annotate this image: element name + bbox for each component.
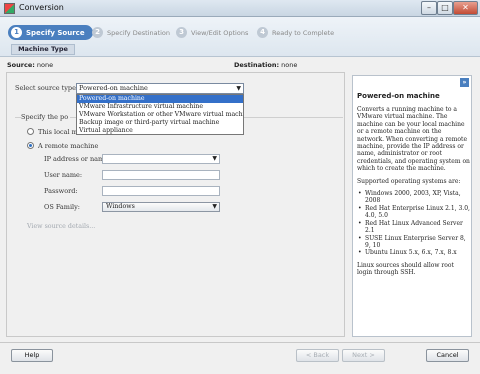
window-title: Conversion bbox=[19, 3, 64, 12]
ip-address-label: IP address or name: bbox=[44, 155, 111, 163]
os-family-select[interactable]: Windows ▼ bbox=[102, 202, 220, 212]
step-number: 4 bbox=[257, 27, 268, 38]
chevron-down-icon: ▼ bbox=[212, 203, 217, 210]
chevron-down-icon: ▼ bbox=[212, 155, 217, 162]
radio-local-machine[interactable] bbox=[27, 128, 34, 135]
step-ready-to-complete[interactable]: 4 Ready to Complete bbox=[257, 25, 334, 40]
supported-os-list: Windows 2000, 2003, XP, Vista, 2008 Red … bbox=[357, 190, 470, 257]
source-form-panel: Select source type: Powered-on machine ▼… bbox=[6, 72, 345, 337]
chevron-down-icon: ▼ bbox=[236, 85, 241, 92]
close-button[interactable]: ✕ bbox=[453, 1, 478, 15]
list-item: SUSE Linux Enterprise Server 8, 9, 10 bbox=[357, 235, 470, 250]
help-paragraph: Converts a running machine to a VMware v… bbox=[357, 106, 470, 173]
source-type-dropdown: Powered-on machine VMware Infrastructure… bbox=[76, 94, 244, 135]
help-panel: » Powered-on machine Converts a running … bbox=[352, 75, 472, 337]
dropdown-option[interactable]: VMware Workstation or other VMware virtu… bbox=[77, 111, 243, 119]
list-item: Ubuntu Linux 5.x, 6.x, 7.x, 8.x bbox=[357, 249, 470, 257]
password-label: Password: bbox=[44, 187, 78, 195]
specify-machine-label: Specify the po bbox=[21, 113, 71, 121]
help-title: Powered-on machine bbox=[357, 92, 440, 100]
dropdown-option[interactable]: VMware Infrastructure virtual machine bbox=[77, 103, 243, 111]
source-label: Source: bbox=[7, 61, 35, 69]
step-number: 3 bbox=[176, 27, 187, 38]
help-button[interactable]: Help bbox=[11, 349, 53, 362]
source-value: none bbox=[36, 61, 54, 69]
radio-remote-machine[interactable] bbox=[27, 142, 34, 149]
step-label: Ready to Complete bbox=[272, 28, 335, 37]
help-header: » bbox=[353, 76, 471, 90]
list-item: Windows 2000, 2003, XP, Vista, 2008 bbox=[357, 190, 470, 205]
user-name-label: User name: bbox=[44, 171, 83, 179]
list-item: Red Hat Linux Advanced Server 2.1 bbox=[357, 220, 470, 235]
source-type-value: Powered-on machine bbox=[79, 84, 148, 92]
dropdown-option[interactable]: Backup image or third-party virtual mach… bbox=[77, 119, 243, 127]
footer-divider bbox=[0, 342, 480, 343]
radio-local-label: This local m bbox=[38, 128, 78, 136]
os-family-label: OS Family: bbox=[44, 203, 80, 211]
wizard-steps: 1 Specify Source 2 Specify Destination 3… bbox=[0, 17, 480, 57]
next-button[interactable]: Next > bbox=[342, 349, 385, 362]
cancel-button[interactable]: Cancel bbox=[426, 349, 469, 362]
step-specify-destination[interactable]: 2 Specify Destination bbox=[92, 25, 170, 40]
help-body: Converts a running machine to a VMware v… bbox=[357, 106, 470, 282]
expand-icon[interactable]: » bbox=[460, 78, 469, 87]
destination-summary: Destination: none bbox=[234, 61, 297, 69]
destination-value: none bbox=[281, 61, 298, 69]
source-type-label: Select source type: bbox=[15, 84, 79, 92]
destination-label: Destination: bbox=[234, 61, 280, 69]
dropdown-option[interactable]: Powered-on machine bbox=[77, 95, 243, 103]
title-bar: Conversion – □ ✕ bbox=[0, 0, 480, 17]
step-label: Specify Destination bbox=[107, 28, 171, 37]
os-family-value: Windows bbox=[106, 203, 135, 210]
step-number: 1 bbox=[11, 27, 22, 38]
ip-address-input[interactable]: ▼ bbox=[102, 154, 220, 164]
source-summary: Source: none bbox=[7, 61, 53, 69]
help-paragraph: Supported operating systems are: bbox=[357, 177, 461, 185]
tab-machine-type[interactable]: Machine Type bbox=[11, 44, 75, 55]
source-type-select[interactable]: Powered-on machine ▼ bbox=[76, 83, 244, 94]
maximize-button[interactable]: □ bbox=[437, 1, 453, 15]
password-input[interactable] bbox=[102, 186, 220, 196]
dropdown-option[interactable]: Virtual appliance bbox=[77, 127, 243, 135]
step-label: View/Edit Options bbox=[191, 28, 249, 37]
step-label: Specify Source bbox=[26, 28, 85, 37]
help-paragraph: Linux sources should allow root login th… bbox=[357, 261, 454, 277]
minimize-button[interactable]: – bbox=[421, 1, 437, 15]
radio-remote-label: A remote machine bbox=[38, 142, 99, 150]
view-source-details-link[interactable]: View source details... bbox=[27, 223, 95, 230]
step-specify-source[interactable]: 1 Specify Source bbox=[8, 25, 93, 40]
app-icon bbox=[4, 3, 15, 14]
user-name-input[interactable] bbox=[102, 170, 220, 180]
step-view-edit-options[interactable]: 3 View/Edit Options bbox=[176, 25, 248, 40]
step-number: 2 bbox=[92, 27, 103, 38]
back-button[interactable]: < Back bbox=[296, 349, 339, 362]
list-item: Red Hat Enterprise Linux 2.1, 3.0, 4.0, … bbox=[357, 205, 470, 220]
